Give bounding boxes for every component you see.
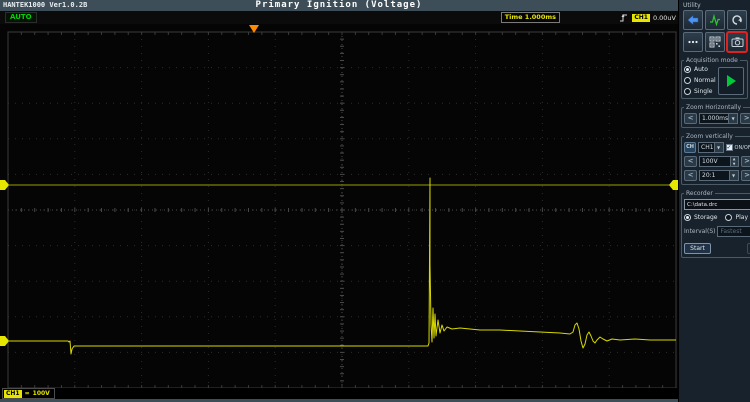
recorder-group: Recorder ... Storage Play Back Interval(… [681,190,750,258]
more-button[interactable] [683,32,703,52]
volts-increase-button[interactable]: > [741,156,750,167]
radio-storage-dot [684,214,691,221]
channel-select-value: CH1 [699,143,714,152]
playback-label: Play Back [735,214,750,221]
interval-label: Interval(S) [684,228,715,235]
trigger-slope-icon [619,13,629,23]
radio-playback-dot [725,214,732,221]
undo-arrow-icon [731,14,743,26]
radio-normal[interactable]: Normal [684,77,718,84]
back-button[interactable] [683,10,703,30]
toolbar: AUTO Time 1.000ms CH1 0.00uV [0,11,678,24]
radio-single[interactable]: Single [684,88,718,95]
scope-canvas[interactable] [0,24,678,388]
recorder-label: Recorder [684,190,715,197]
chevron-down-icon: ▼ [729,171,738,180]
chevron-down-icon: ▼ [714,143,723,152]
timebase-decrease-button[interactable]: < [684,113,697,124]
screenshot-camera-button[interactable] [727,32,747,52]
utility-title: Utility [683,2,750,9]
waveform-button[interactable] [705,10,725,30]
coupling-symbol: = [25,390,30,397]
trigger-info: CH1 0.00uV [619,11,676,24]
volts-per-div: 100V [33,390,50,397]
undo-button[interactable] [727,10,747,30]
trigger-level-value: 0.00uV [653,14,676,22]
camera-icon [731,36,744,48]
bottom-bar: CH1 = 100V [0,388,678,399]
oscilloscope-app: HANTEK1000 Ver1.0.2B Primary Ignition (V… [0,0,750,402]
spinner-arrows-icon[interactable]: ▲▼ [730,157,738,166]
chevron-down-icon: ▼ [728,114,737,123]
channel-select[interactable]: CH1 ▼ [698,142,724,153]
radio-single-dot [684,88,691,95]
timebase-display[interactable]: Time 1.000ms [501,12,560,23]
volts-div-spinner[interactable]: 100V ▲▼ [699,156,739,167]
acquisition-options: Auto Normal Single [684,66,718,95]
zoom-vertical-group: Zoom vertically CH CH1 ▼ ✓ ON/OFF < 100V… [681,133,750,185]
radio-normal-label: Normal [694,77,716,84]
timebase-increase-button[interactable]: > [740,113,750,124]
scope-display [0,24,678,388]
storage-label: Storage [694,214,717,221]
zoom-horizontal-group: Zoom Horizontally < 1.000ms ▼ > [681,104,750,128]
page-title: Primary Ignition (Voltage) [0,0,678,10]
radio-playback[interactable]: Play Back [725,214,750,221]
trigger-channel-badge: CH1 [632,14,650,22]
probe-increase-button[interactable]: > [741,170,750,181]
acquisition-label: Acquisition mode [684,57,740,64]
play-icon [727,75,736,87]
acquisition-group: Acquisition mode Auto Normal Single [681,57,748,99]
onoff-label: ON/OFF [735,145,750,151]
volts-div-value: 100V [700,157,730,166]
channel-info[interactable]: CH1 = 100V [2,388,55,399]
radio-single-label: Single [694,88,712,95]
recorder-mode: Storage Play Back [684,214,750,221]
utility-buttons [683,10,750,52]
volts-decrease-button[interactable]: < [684,156,697,167]
radio-auto-dot [684,66,691,73]
channel-onoff-checkbox[interactable]: ✓ [726,144,733,151]
channel-badge: CH1 [4,390,22,398]
radio-storage[interactable]: Storage [684,214,717,221]
qr-code-button[interactable] [705,32,725,52]
run-button[interactable] [718,67,744,95]
interval-select: Fastest ▼ [717,226,750,237]
status-badge: AUTO [5,12,37,23]
waveform-pulse-icon [709,14,721,26]
probe-value: 20:1 [700,171,729,180]
radio-auto-label: Auto [694,66,708,73]
record-path-input[interactable] [684,199,750,210]
radio-auto[interactable]: Auto [684,66,718,73]
timebase-value: 1.000ms [700,114,728,123]
back-arrow-icon [687,14,699,26]
zoom-horizontal-label: Zoom Horizontally [684,104,743,111]
probe-decrease-button[interactable]: < [684,170,697,181]
radio-normal-dot [684,77,691,84]
utility-panel: Utility [678,0,750,402]
start-button[interactable]: Start [684,243,711,254]
timebase-select[interactable]: 1.000ms ▼ [699,113,738,124]
qr-grid-icon [709,36,721,48]
zoom-vertical-label: Zoom vertically [684,133,735,140]
interval-value: Fastest [718,227,750,236]
channel-color-button[interactable]: CH [684,142,696,153]
probe-select[interactable]: 20:1 ▼ [699,170,739,181]
more-ellipsis-icon [687,36,699,48]
